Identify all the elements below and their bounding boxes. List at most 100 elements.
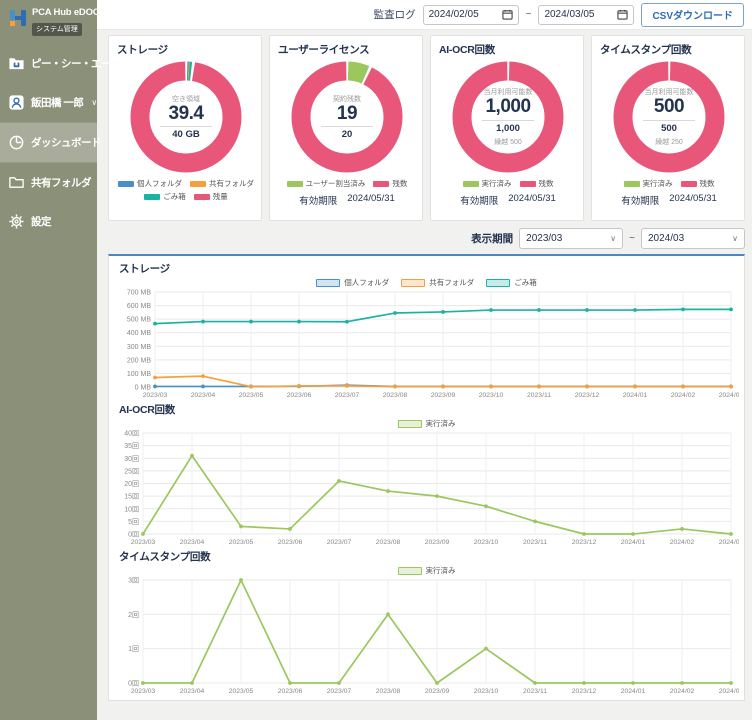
- svg-text:2024/01: 2024/01: [621, 688, 646, 695]
- svg-text:2023/11: 2023/11: [523, 539, 547, 546]
- svg-text:0 MB: 0 MB: [135, 385, 152, 392]
- svg-text:2023/05: 2023/05: [239, 392, 264, 399]
- legend-item[interactable]: 残量: [193, 191, 228, 202]
- legend-item[interactable]: ごみ箱: [144, 191, 186, 202]
- svg-text:2023/04: 2023/04: [191, 392, 216, 399]
- sidebar-item-shared-folder[interactable]: 共有フォルダ: [0, 163, 97, 202]
- svg-text:30回: 30回: [124, 455, 139, 463]
- date-range-separator: ~: [525, 9, 532, 20]
- svg-text:20回: 20回: [124, 480, 139, 488]
- legend-item[interactable]: 残数: [519, 178, 554, 189]
- period-from-select[interactable]: 2023/03 ∨: [519, 228, 624, 249]
- audit-log-label: 監査ログ: [373, 9, 416, 21]
- legend-swatch: [397, 566, 422, 575]
- donut-legend: ユーザー割当済み 残数: [278, 178, 416, 189]
- legend-swatch: [144, 193, 161, 200]
- chart-legend: 実行済み: [119, 418, 734, 429]
- legend-item[interactable]: ユーザー割当済み: [286, 178, 365, 189]
- chevron-down-icon: ∨: [732, 234, 738, 243]
- svg-text:2023/05: 2023/05: [229, 688, 254, 695]
- svg-text:2023/07: 2023/07: [335, 392, 360, 399]
- svg-text:2023/10: 2023/10: [474, 688, 499, 695]
- sidebar: PCA Hub eDOC システム管理 ピー・シー・エー 飯田橋 一郎 ∨ ダッ…: [0, 0, 112, 720]
- legend-item[interactable]: 実行済み: [397, 565, 456, 576]
- card-title: AI-OCR回数: [439, 44, 495, 56]
- trend-charts-panel: ストレージ 個人フォルダ 共有フォルダ ごみ箱 700 MB 600 MB 500 …: [108, 254, 745, 701]
- svg-text:2023/03: 2023/03: [131, 539, 156, 546]
- legend-item[interactable]: 共有フォルダ: [401, 277, 474, 288]
- audit-date-to-input[interactable]: 2024/03/05: [538, 4, 635, 25]
- svg-text:2023/12: 2023/12: [572, 688, 597, 695]
- legend-swatch: [286, 180, 303, 187]
- period-label: 表示期間: [471, 233, 514, 245]
- sidebar-nav: ピー・シー・エー 飯田橋 一郎 ∨ ダッシュボード 共有フォルダ 設定: [0, 44, 112, 241]
- sidebar-item-user[interactable]: 飯田橋 一郎 ∨: [0, 83, 97, 122]
- svg-text:35回: 35回: [124, 442, 139, 450]
- svg-text:2024/01: 2024/01: [623, 392, 648, 399]
- donut-subvalue: 20: [341, 129, 353, 141]
- storage-trend-section: ストレージ 個人フォルダ 共有フォルダ ごみ箱 700 MB 600 MB 500 …: [119, 261, 739, 401]
- donut-value: 39.4: [168, 102, 204, 124]
- svg-text:200 MB: 200 MB: [127, 357, 151, 364]
- sidebar-item-tenant[interactable]: ピー・シー・エー: [0, 44, 112, 83]
- legend-swatch: [623, 180, 640, 187]
- legend-item[interactable]: 個人フォルダ: [316, 277, 389, 288]
- svg-text:300 MB: 300 MB: [127, 344, 151, 351]
- top-bar: 監査ログ 2024/02/05 ~ 2024/03/05 CSVダウンロード: [97, 0, 752, 30]
- calendar-icon: [617, 9, 629, 20]
- timestamp-card: タイムスタンプ回数 当月利用可能数 500 500 繰越 250 実行済み 残数…: [591, 35, 745, 221]
- gear-icon: [8, 213, 25, 230]
- svg-text:700 MB: 700 MB: [127, 290, 151, 297]
- donut-value: 500: [653, 96, 685, 118]
- donut-subvalue: 1,000: [496, 122, 520, 134]
- period-to-select[interactable]: 2024/03 ∨: [641, 228, 745, 249]
- timestamp-trend-section: タイムスタンプ回数 実行済み 3回 2回 1回 0回 2023/03 2023/04 202…: [119, 549, 739, 697]
- svg-text:2024/03: 2024/03: [719, 539, 739, 546]
- folder-icon: [8, 174, 25, 191]
- ai-ocr-card: AI-OCR回数 当月利用可能数 1,000 1,000 繰越 500 実行済み: [430, 35, 584, 221]
- legend-item[interactable]: 実行済み: [623, 178, 673, 189]
- svg-text:2023/06: 2023/06: [287, 392, 312, 399]
- chart-legend: 実行済み: [119, 565, 734, 576]
- sidebar-item-settings[interactable]: 設定: [0, 202, 97, 241]
- legend-swatch: [190, 180, 206, 187]
- svg-text:2023/10: 2023/10: [479, 392, 504, 399]
- chart-title: AI-OCR回数: [119, 404, 175, 416]
- summary-cards-row: ストレージ 空き領域 39.4 40 GB 個人フォルダ 共有フォルダ ごみ箱 …: [108, 35, 745, 221]
- legend-item[interactable]: 個人フォルダ: [118, 178, 182, 189]
- svg-text:2024/02: 2024/02: [670, 688, 695, 695]
- sidebar-item-dashboard[interactable]: ダッシュボード: [0, 122, 102, 163]
- legend-item[interactable]: 残数: [680, 178, 715, 189]
- period-selector-row: 表示期間 2023/03 ∨ ~ 2024/03 ∨: [108, 228, 745, 249]
- main-area: 監査ログ 2024/02/05 ~ 2024/03/05 CSVダウンロード ス…: [97, 0, 752, 720]
- donut-note: 繰越 250: [655, 138, 683, 146]
- svg-text:2023/06: 2023/06: [278, 539, 303, 546]
- legend-item[interactable]: 実行済み: [462, 178, 512, 189]
- legend-item[interactable]: ごみ箱: [486, 277, 537, 288]
- svg-text:2023/05: 2023/05: [229, 539, 254, 546]
- legend-item[interactable]: 残数: [373, 178, 407, 189]
- user-icon: [8, 94, 25, 111]
- svg-text:2023/10: 2023/10: [474, 539, 499, 546]
- legend-item[interactable]: 実行済み: [397, 418, 456, 429]
- timestamp-line-chart: 3回 2回 1回 0回 2023/03 2023/04 2023/05 2023/06 2023…: [119, 577, 739, 697]
- svg-text:2023/09: 2023/09: [425, 688, 450, 695]
- app-logo: PCA Hub eDOC システム管理: [0, 0, 100, 44]
- svg-text:500 MB: 500 MB: [127, 317, 151, 324]
- storage-line-chart: 700 MB 600 MB 500 MB 400 MB 300 MB 200 MB 100 …: [119, 289, 739, 401]
- audit-date-from-input[interactable]: 2024/02/05: [422, 4, 519, 25]
- app-title: PCA Hub eDOC: [32, 7, 100, 18]
- legend-swatch: [486, 278, 511, 287]
- card-title: タイムスタンプ回数: [600, 44, 692, 56]
- card-title: ユーザーライセンス: [278, 44, 370, 56]
- svg-text:15回: 15回: [124, 493, 139, 501]
- svg-text:2023/08: 2023/08: [376, 539, 401, 546]
- csv-download-button[interactable]: CSVダウンロード: [641, 2, 744, 27]
- svg-text:2023/09: 2023/09: [425, 539, 450, 546]
- donut-value: 19: [336, 102, 358, 124]
- donut-value: 1,000: [485, 96, 531, 118]
- svg-text:2023/11: 2023/11: [523, 688, 547, 695]
- legend-item[interactable]: 共有フォルダ: [190, 178, 254, 189]
- svg-text:600 MB: 600 MB: [127, 303, 151, 310]
- legend-swatch: [118, 180, 134, 187]
